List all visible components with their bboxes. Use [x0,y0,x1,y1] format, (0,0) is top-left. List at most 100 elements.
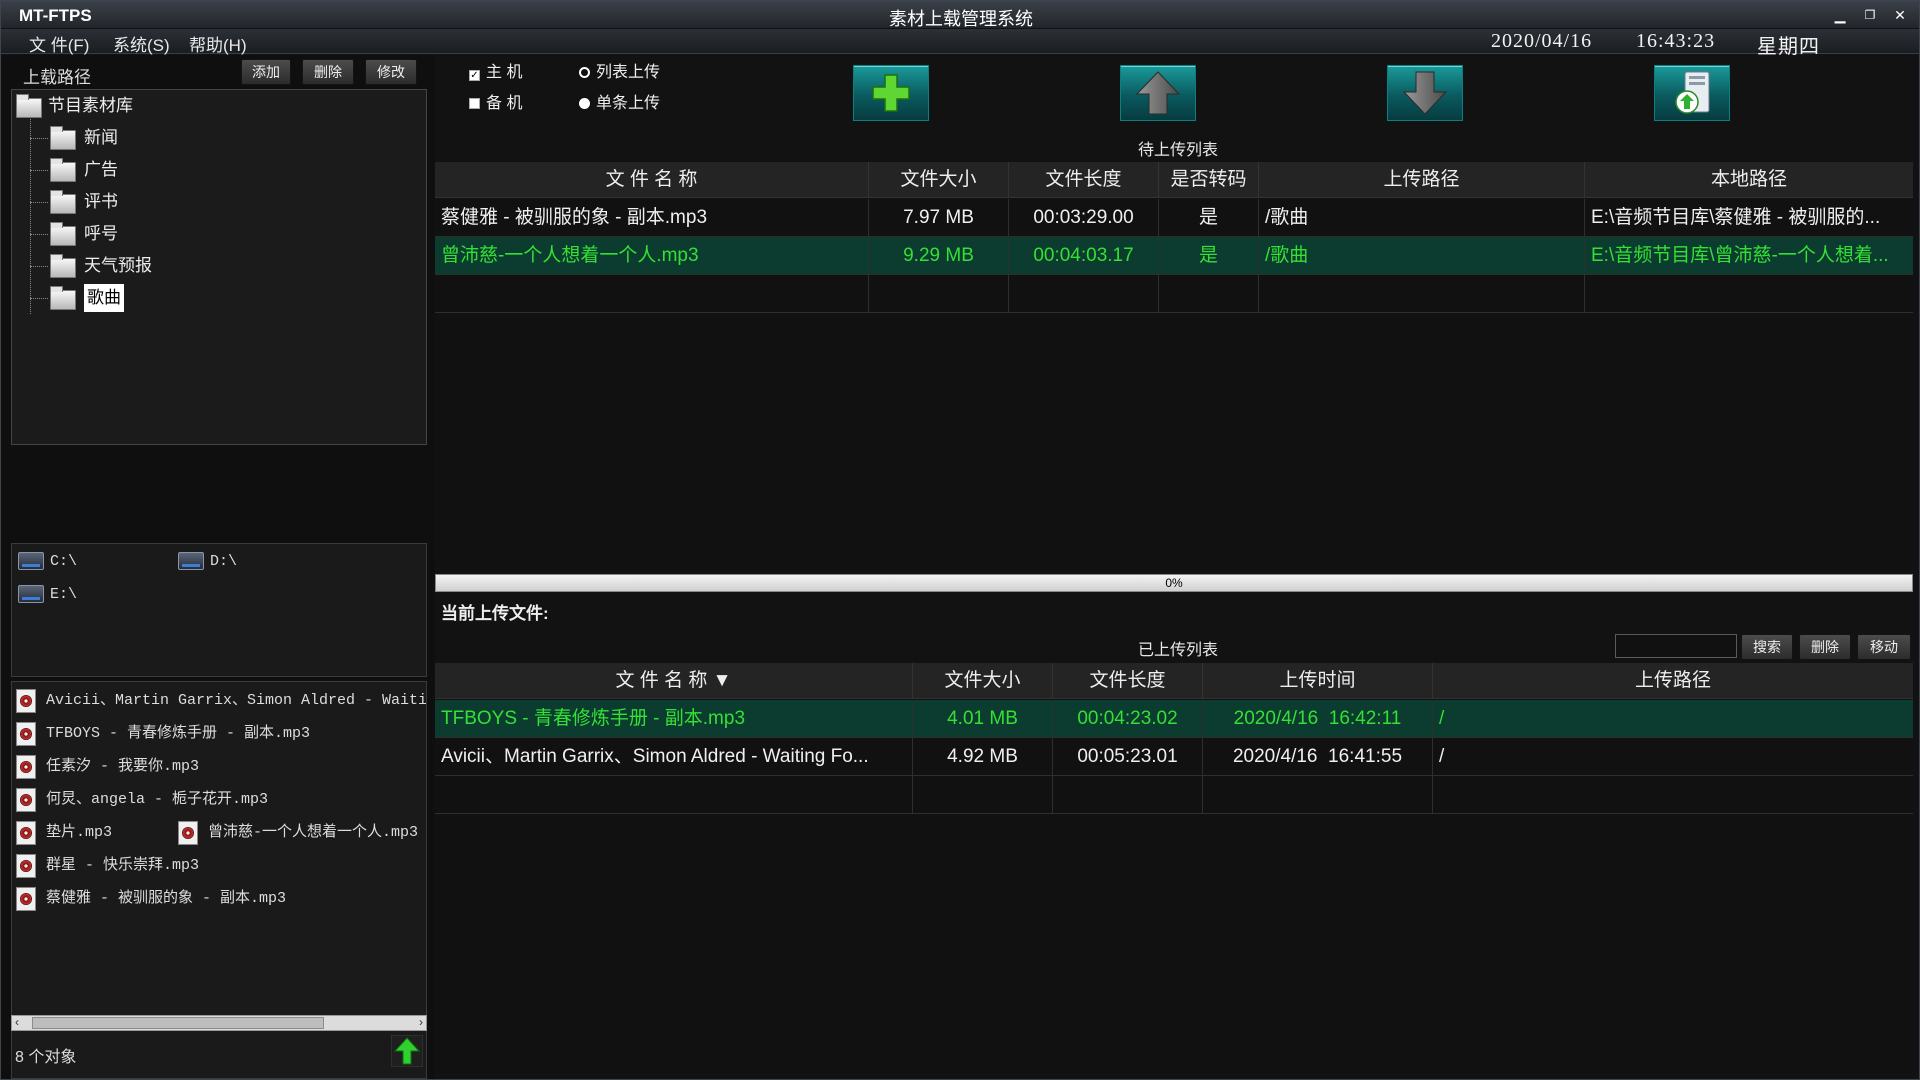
cell-length: 00:05:23.01 [1053,738,1203,776]
plus-icon [872,74,910,112]
cell-empty [435,275,869,313]
date-display: 2020/04/16 [1491,30,1593,52]
add-file-button[interactable] [853,65,929,121]
table-row-empty [435,275,1913,313]
host-checkbox[interactable]: ✓ 主 机 [469,62,522,84]
app-window: MT-FTPS 素材上载管理系统 ▁ ❐ ✕ 文 件(F) 系统(S) 帮助(H… [0,0,1920,1080]
arrow-down-icon [1402,71,1448,115]
col-transcode[interactable]: 是否转码 [1159,162,1259,198]
table-row-selected[interactable]: 曾沛慈-一个人想着一个人.mp3 9.29 MB 00:04:03.17 是 /… [435,237,1913,275]
minimize-button[interactable]: ▁ [1829,6,1851,24]
cell-transcode: 是 [1159,237,1259,275]
move-up-button[interactable] [1120,65,1196,121]
delete-path-button[interactable]: 删除 [302,59,354,85]
tree-node-label: 广告 [84,160,118,179]
folder-icon [50,190,76,214]
restore-button[interactable]: ❐ [1859,6,1881,24]
title-bar: MT-FTPS 素材上载管理系统 ▁ ❐ ✕ [1,1,1919,29]
backup-checkbox[interactable]: 备 机 [469,93,522,115]
time-display: 16:43:23 [1636,30,1716,52]
upload-path-label: 上载路径 [23,68,91,87]
add-path-button[interactable]: 添加 [241,59,291,85]
table-row[interactable]: 蔡健雅 - 被驯服的象 - 副本.mp3 7.97 MB 00:03:29.00… [435,199,1913,237]
file-name: 何炅、angela - 栀子花开.mp3 [46,791,269,808]
search-input[interactable] [1615,634,1737,658]
table-row-selected[interactable]: TFBOYS - 青春修炼手册 - 副本.mp3 4.01 MB 00:04:2… [435,700,1913,738]
start-upload-button[interactable] [1654,65,1730,121]
table-row-empty [435,776,1913,814]
hard-drive-icon [178,552,204,570]
search-button[interactable]: 搜索 [1741,634,1793,660]
menu-file[interactable]: 文 件(F) [29,31,89,56]
cell-empty [1259,275,1585,313]
file-name: 蔡健雅 - 被驯服的象 - 副本.mp3 [46,890,287,907]
col-file-size[interactable]: 文件大小 [869,162,1009,198]
modify-path-button[interactable]: 修改 [365,59,417,85]
cell-empty [1053,776,1203,814]
scroll-left-icon[interactable]: ‹ [15,1015,19,1029]
table-row[interactable]: Avicii、Martin Garrix、Simon Aldred - Wait… [435,738,1913,776]
cell-length: 00:04:23.02 [1053,700,1203,738]
col-file-name[interactable]: 文 件 名 称 [435,162,869,198]
window-title: 素材上载管理系统 [889,9,1033,29]
radio-selected-icon [579,98,590,109]
cell-path: / [1439,708,1445,729]
cell-upload-path: /歌曲 [1259,237,1585,275]
menu-system[interactable]: 系统(S) [113,31,170,56]
arrow-up-icon [1135,71,1181,115]
tree-node-label: 呼号 [84,224,118,243]
current-upload-label: 当前上传文件: [441,604,549,623]
scroll-right-icon[interactable]: › [419,1015,423,1029]
audio-file-icon [16,887,36,911]
col-upload-path[interactable]: 上传路径 [1259,162,1585,198]
file-name: TFBOYS - 青春修炼手册 - 副本.mp3 [46,725,311,742]
folder-icon [50,254,76,278]
host-label: 主 机 [486,64,523,81]
checkbox-box-icon [469,98,480,109]
col-file-length[interactable]: 文件长度 [1053,663,1203,699]
pending-grid: 文 件 名 称 文件大小 文件长度 是否转码 上传路径 本地路径 蔡健雅 - 被… [435,162,1913,566]
file-name: 群星 - 快乐崇拜.mp3 [46,857,200,874]
folder-icon [16,94,42,118]
cell-local-path: E:\音频节目库\曾沛慈-一个人想着... [1591,245,1889,266]
col-file-length[interactable]: 文件长度 [1009,162,1159,198]
hard-drive-icon [18,552,44,570]
close-button[interactable]: ✕ [1889,6,1911,24]
status-count: 8 个对象 [15,1049,77,1066]
drive-list: C:\ D:\ E:\ [11,543,427,677]
scroll-thumb[interactable] [32,1017,324,1029]
list-upload-radio[interactable]: 列表上传 [579,62,660,84]
audio-file-icon [16,854,36,878]
upload-arrow-icon[interactable] [391,1035,423,1067]
col-file-name-sorted[interactable]: 文 件 名 称 ▼ [435,663,913,699]
move-uploaded-button[interactable]: 移动 [1857,634,1911,660]
cell-length: 00:04:03.17 [1009,237,1159,275]
menu-help[interactable]: 帮助(H) [189,31,247,56]
upload-path-tree: 节目素材库 新闻 广告 评书 呼号 天气预报 歌曲 [11,89,427,445]
folder-icon [50,286,76,310]
cell-empty [913,776,1053,814]
folder-icon [50,158,76,182]
col-file-size[interactable]: 文件大小 [913,663,1053,699]
single-upload-label: 单条上传 [596,95,661,112]
menu-bar: 文 件(F) 系统(S) 帮助(H) 2020/04/16 16:43:23 星… [1,29,1919,58]
cell-name: Avicii、Martin Garrix、Simon Aldred - Wait… [435,738,913,776]
single-upload-radio[interactable]: 单条上传 [579,93,660,115]
move-down-button[interactable] [1387,65,1463,121]
uploaded-grid: 文 件 名 称 ▼ 文件大小 文件长度 上传时间 上传路径 TFBOYS - 青… [435,663,1913,1073]
file-list-scrollbar[interactable]: ‹ › [11,1015,427,1031]
tree-node-label: 节目素材库 [48,96,133,115]
pending-grid-header: 文 件 名 称 文件大小 文件长度 是否转码 上传路径 本地路径 [435,162,1913,198]
cell-size: 4.01 MB [913,700,1053,738]
server-upload-icon [1675,71,1710,114]
tree-node-label: 天气预报 [84,256,152,275]
cell-transcode: 是 [1159,199,1259,237]
radio-icon [579,67,590,78]
check-icon: ✓ [469,70,480,81]
col-local-path[interactable]: 本地路径 [1585,162,1913,198]
col-upload-path[interactable]: 上传路径 [1433,663,1913,699]
tree-node-label: 评书 [84,192,118,211]
col-upload-time[interactable]: 上传时间 [1203,663,1433,699]
delete-uploaded-button[interactable]: 删除 [1799,634,1851,660]
file-name: 曾沛慈-一个人想着一个人.mp3 [208,824,419,841]
